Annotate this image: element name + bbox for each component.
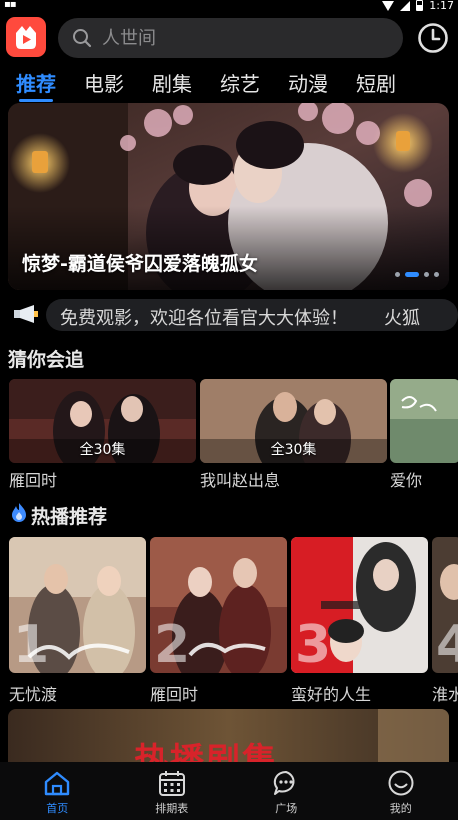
flame-icon <box>12 503 26 522</box>
poster-image <box>390 379 458 463</box>
status-time: 1:17 <box>429 0 454 12</box>
nav-home-label: 首页 <box>46 802 69 815</box>
tab-short-drama[interactable]: 短剧 <box>356 70 424 100</box>
announcement-pill[interactable]: 免费观影，欢迎各位看官大大体验！ 火狐 <box>46 299 458 331</box>
calendar-icon <box>158 771 185 796</box>
nav-schedule-label: 排期表 <box>155 802 189 815</box>
chat-bubble-icon <box>274 770 295 795</box>
section-title-guess: 猜你会追 <box>8 349 85 371</box>
search-input[interactable] <box>102 27 382 49</box>
search-icon <box>73 29 92 48</box>
hot-title[interactable]: 淮水 <box>432 681 458 705</box>
carousel-dot[interactable] <box>424 272 429 277</box>
announcement-text: 免费观影，欢迎各位看官大大体验！ 火狐 <box>60 308 420 329</box>
battery-icon <box>416 0 424 11</box>
rank-number: 3 <box>295 615 332 673</box>
guess-title[interactable]: 雁回时 <box>9 467 57 491</box>
carousel-dot[interactable] <box>395 272 400 277</box>
category-tabs: 推荐 电影 剧集 综艺 动漫 短剧 <box>16 70 424 102</box>
guess-card[interactable] <box>390 379 458 463</box>
tab-variety[interactable]: 综艺 <box>220 70 288 100</box>
nav-square[interactable]: 广场 <box>229 762 344 820</box>
status-bar: ▪▪ 1:17 <box>0 0 458 12</box>
history-clock-icon[interactable] <box>416 21 450 55</box>
nav-schedule[interactable]: 排期表 <box>115 762 230 820</box>
hot-title[interactable]: 蛮好的人生 <box>291 681 371 705</box>
app-logo <box>6 17 46 57</box>
guess-title[interactable]: 爱你 <box>390 467 422 491</box>
status-left-icons: ▪▪ <box>4 0 17 10</box>
tab-anime[interactable]: 动漫 <box>288 70 356 100</box>
tab-series[interactable]: 剧集 <box>152 70 220 100</box>
section-title-hot: 热播推荐 <box>31 506 108 528</box>
hot-card[interactable]: 2 <box>150 537 287 673</box>
tab-recommend[interactable]: 推荐 <box>16 70 84 102</box>
nav-square-label: 广场 <box>275 802 298 815</box>
nav-profile-label: 我的 <box>389 802 412 815</box>
guess-title[interactable]: 我叫赵出息 <box>200 467 280 491</box>
rank-number: 2 <box>154 615 191 673</box>
rank-number: 1 <box>13 615 50 673</box>
hero-banner[interactable]: 惊梦-霸道侯爷囚爱落魄孤女 <box>8 103 449 290</box>
nav-home[interactable]: 首页 <box>0 762 115 820</box>
carousel-dots <box>395 272 439 277</box>
carousel-dot[interactable] <box>405 272 419 277</box>
nav-profile[interactable]: 我的 <box>344 762 458 820</box>
signal-icon <box>400 0 411 11</box>
guess-card[interactable]: 全30集 <box>200 379 387 463</box>
tab-movies[interactable]: 电影 <box>84 70 152 100</box>
carousel-dot[interactable] <box>434 272 439 277</box>
home-icon <box>45 771 70 796</box>
episode-badge: 全30集 <box>270 442 317 458</box>
announcement-bar: 免费观影，欢迎各位看官大大体验！ 火狐 <box>8 296 458 332</box>
play-logo-icon <box>16 26 36 49</box>
hot-card[interactable]: 1 <box>9 537 146 673</box>
bottom-nav: 首页 排期表 广场 我的 <box>0 762 458 820</box>
smile-face-icon <box>388 770 414 796</box>
wifi-icon <box>382 0 395 11</box>
hot-title[interactable]: 无忧渡 <box>9 681 57 705</box>
rank-number: 4 <box>436 615 458 673</box>
episode-badge: 全30集 <box>79 442 126 458</box>
banner-title: 惊梦-霸道侯爷囚爱落魄孤女 <box>22 253 258 275</box>
hot-title[interactable]: 雁回时 <box>150 681 198 705</box>
promo-banner[interactable]: 热播剧集 <box>8 709 449 769</box>
hot-card[interactable]: 4 <box>432 537 458 673</box>
megaphone-icon <box>14 305 38 323</box>
search-bar[interactable] <box>58 18 403 58</box>
hot-card[interactable]: 3 <box>291 537 428 673</box>
guess-card[interactable]: 全30集 <box>9 379 196 463</box>
